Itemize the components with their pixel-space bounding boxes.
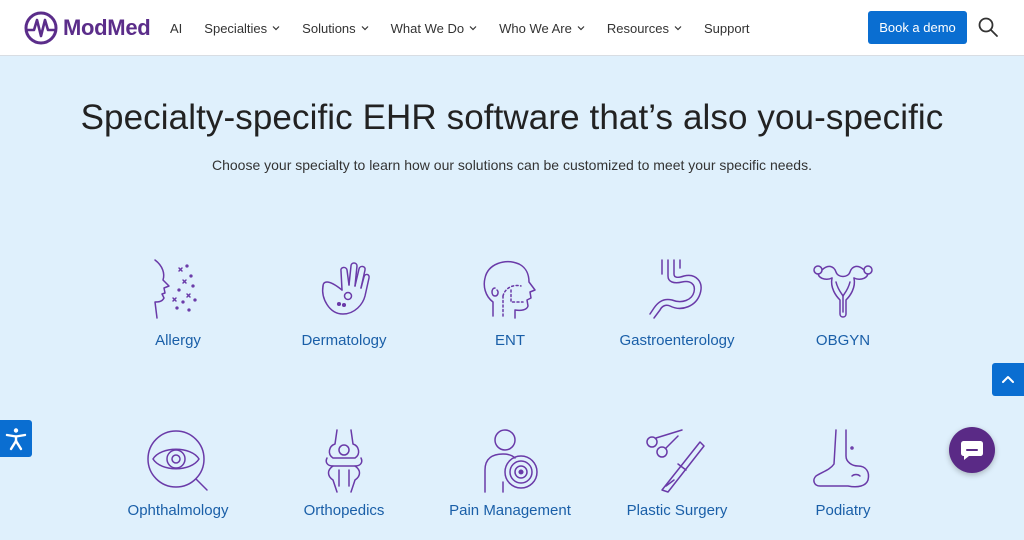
nav-item-ai[interactable]: AI xyxy=(170,21,182,36)
ent-icon xyxy=(483,260,536,319)
chevron-down-icon xyxy=(674,26,682,31)
book-demo-button[interactable]: Book a demo xyxy=(868,11,967,44)
scroll-to-top-button[interactable] xyxy=(992,363,1024,396)
specialty-label: Gastroenterology xyxy=(619,332,735,349)
specialty-label: Orthopedics xyxy=(303,502,385,519)
nav-label: Specialties xyxy=(204,20,268,36)
chevron-up-icon xyxy=(1002,375,1014,383)
nav-label: AI xyxy=(170,20,183,36)
specialty-tile-obgyn[interactable]: OBGYN xyxy=(760,256,926,376)
specialty-tile-gastroenterology[interactable]: Gastroenterology xyxy=(594,256,760,376)
page-subtitle: Choose your specialty to learn how our s… xyxy=(212,157,812,173)
site-header: ModMed AI Specialties Solutions What We … xyxy=(0,0,1024,56)
nav-item-what-we-do[interactable]: What We Do xyxy=(391,21,477,36)
nav-item-support[interactable]: Support xyxy=(704,21,750,36)
nav-item-who-we-are[interactable]: Who We Are xyxy=(499,21,585,36)
nav-label: Who We Are xyxy=(499,20,572,36)
chevron-down-icon xyxy=(361,26,369,31)
specialty-label: Dermatology xyxy=(301,332,387,349)
specialty-tile-pain-management[interactable]: Pain Management xyxy=(427,426,593,540)
obgyn-icon xyxy=(813,265,873,318)
search-icon[interactable] xyxy=(977,16,999,38)
specialty-label: Allergy xyxy=(155,332,201,349)
chat-bubble-icon xyxy=(961,441,983,460)
pain-management-icon xyxy=(484,429,538,493)
ophthalmology-icon xyxy=(147,430,208,491)
accessibility-icon xyxy=(5,427,27,450)
main-nav: AI Specialties Solutions What We Do Who … xyxy=(170,0,772,56)
nav-label: Solutions xyxy=(302,20,356,36)
specialty-tile-podiatry[interactable]: Podiatry xyxy=(760,426,926,540)
nav-label: Resources xyxy=(606,20,669,36)
plastic-surgery-icon xyxy=(646,429,705,493)
specialty-label: ENT xyxy=(495,332,525,349)
nav-item-resources[interactable]: Resources xyxy=(607,21,682,36)
specialty-tile-orthopedics[interactable]: Orthopedics xyxy=(261,426,427,540)
chevron-down-icon xyxy=(272,26,280,31)
specialty-tile-plastic-surgery[interactable]: Plastic Surgery xyxy=(594,426,760,540)
specialty-label: OBGYN xyxy=(815,332,871,349)
specialty-label: Pain Management xyxy=(449,502,571,519)
specialty-label: Plastic Surgery xyxy=(626,502,728,519)
nav-item-specialties[interactable]: Specialties xyxy=(204,21,280,36)
nav-label: What We Do xyxy=(390,20,465,36)
specialty-label: Ophthalmology xyxy=(127,502,229,519)
podiatry-icon xyxy=(813,429,870,488)
chevron-down-icon xyxy=(577,26,585,31)
brand-logo[interactable]: ModMed xyxy=(24,10,151,46)
dermatology-icon xyxy=(321,262,370,315)
specialty-tile-dermatology[interactable]: Dermatology xyxy=(261,256,427,376)
allergy-icon xyxy=(154,259,197,319)
nav-label: Support xyxy=(703,20,750,36)
specialty-tile-allergy[interactable]: Allergy xyxy=(95,256,261,376)
chat-launcher-button[interactable] xyxy=(949,427,995,473)
page-title: Specialty-specific EHR software that’s a… xyxy=(80,98,944,137)
chevron-down-icon xyxy=(469,26,477,31)
specialty-label: Podiatry xyxy=(815,502,871,519)
specialty-tile-ophthalmology[interactable]: Ophthalmology xyxy=(95,426,261,540)
heartbeat-m-logo-icon xyxy=(24,11,58,45)
brand-name: ModMed xyxy=(63,15,151,40)
nav-item-solutions[interactable]: Solutions xyxy=(302,20,369,36)
accessibility-button[interactable] xyxy=(0,420,32,457)
specialty-tile-ent[interactable]: ENT xyxy=(427,256,593,376)
orthopedics-icon xyxy=(325,429,363,493)
gastroenterology-icon xyxy=(649,259,702,319)
